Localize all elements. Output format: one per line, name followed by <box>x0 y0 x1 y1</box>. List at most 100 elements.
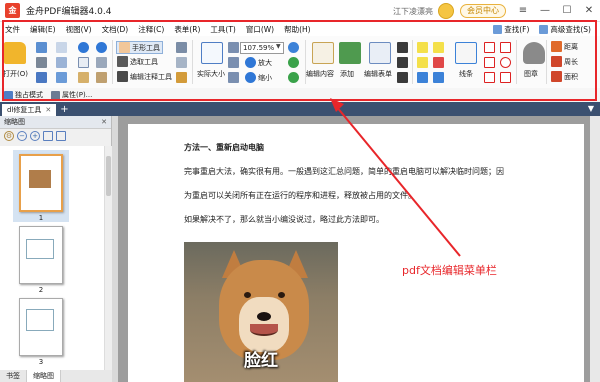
share-icon[interactable] <box>56 72 67 83</box>
save-icon[interactable] <box>36 72 47 83</box>
thumbnail-scroll-thumb[interactable] <box>106 156 111 196</box>
text-highlight-icon[interactable] <box>417 42 428 53</box>
attach-icon[interactable] <box>433 57 444 68</box>
exclusive-mode-button[interactable]: 独占模式 <box>4 90 43 100</box>
text-strike-icon[interactable] <box>417 72 428 83</box>
actual-size-icon[interactable] <box>201 42 223 64</box>
edit-annot-tool-button[interactable]: 编辑注释工具 <box>117 71 172 82</box>
actual-size-button[interactable]: 实际大小 <box>197 69 225 79</box>
vip-center-button[interactable]: 会员中心 <box>460 4 506 18</box>
open-folder-icon[interactable] <box>4 42 26 64</box>
document-scrollbar[interactable] <box>590 116 600 382</box>
line-shape-icon[interactable] <box>484 42 495 53</box>
stamp-button[interactable]: 图章 <box>524 69 538 79</box>
menu-form[interactable]: 表单(R) <box>169 24 205 35</box>
user-avatar[interactable] <box>438 3 454 19</box>
note-icon[interactable] <box>433 42 444 53</box>
zoom-in-button[interactable]: 放大 <box>245 57 272 68</box>
user-name[interactable]: 江下凌漂亮 <box>393 6 433 17</box>
zoom-dropdown-icon[interactable]: ▼ <box>276 43 281 50</box>
thumbnail-delete-icon[interactable] <box>56 131 66 141</box>
add-image-icon[interactable] <box>339 42 361 64</box>
zoom-in-circle-icon[interactable] <box>288 42 299 53</box>
fit-width-icon[interactable] <box>228 57 239 68</box>
ellipse-shape-icon[interactable] <box>500 57 511 68</box>
rotate-icon[interactable] <box>228 72 239 83</box>
close-button[interactable]: ✕ <box>578 0 600 22</box>
minimize-button[interactable]: — <box>534 0 556 22</box>
menu-document[interactable]: 文档(D) <box>97 24 134 35</box>
email-icon[interactable] <box>56 42 67 53</box>
menu-file[interactable]: 文件 <box>0 24 25 35</box>
thumbnail-insert-icon[interactable] <box>43 131 53 141</box>
edit-form-button[interactable]: 编辑表单 <box>364 69 392 79</box>
maximize-button[interactable]: ☐ <box>556 0 578 22</box>
arrow-shape-icon[interactable] <box>500 42 511 53</box>
menu-window[interactable]: 窗口(W) <box>241 24 279 35</box>
email-send-icon[interactable] <box>56 57 67 68</box>
distance-button[interactable]: 距离 <box>551 41 578 52</box>
new-icon[interactable] <box>36 42 47 53</box>
menu-help[interactable]: 帮助(H) <box>279 24 316 35</box>
thumbnail-zoom-in-icon[interactable]: + <box>30 131 40 141</box>
new-tab-button[interactable]: + <box>60 104 68 116</box>
sound-icon[interactable] <box>433 72 444 83</box>
document-tab-label: dl修复工具 <box>7 106 42 114</box>
polygon-shape-icon[interactable] <box>500 72 511 83</box>
paste-icon[interactable] <box>78 72 89 83</box>
open-button[interactable]: 打开(O) <box>3 69 28 79</box>
dog-eye-right <box>278 292 285 298</box>
menu-comment[interactable]: 注释(C) <box>133 24 169 35</box>
text-box-icon[interactable] <box>417 57 428 68</box>
bookmarks-tab[interactable]: 书签 <box>0 370 27 382</box>
crop-icon[interactable] <box>176 57 187 68</box>
thumbnail-page-2[interactable] <box>19 226 63 284</box>
area-button[interactable]: 面积 <box>551 71 578 82</box>
menu-tools[interactable]: 工具(T) <box>205 24 240 35</box>
thumbnail-zoom-out-icon[interactable]: − <box>17 131 27 141</box>
line-tool-icon[interactable] <box>455 42 477 64</box>
line-button[interactable]: 线条 <box>459 69 473 79</box>
link-icon[interactable] <box>176 72 187 83</box>
copy-icon[interactable] <box>78 57 89 68</box>
rotate-left-icon[interactable] <box>288 72 299 83</box>
panel-close-icon[interactable]: ✕ <box>101 116 107 129</box>
fit-page-icon[interactable] <box>228 42 239 53</box>
tab-close-icon[interactable]: ✕ <box>45 104 51 116</box>
menu-view[interactable]: 视图(V) <box>61 24 97 35</box>
form-check-icon[interactable] <box>397 57 408 68</box>
perimeter-button[interactable]: 周长 <box>551 56 578 67</box>
print-icon[interactable] <box>36 57 47 68</box>
thumbnail-page-3[interactable] <box>19 298 63 356</box>
refresh-icon[interactable] <box>288 57 299 68</box>
find-button[interactable]: 查找(F) <box>488 24 534 35</box>
properties-button[interactable]: 属性(P)... <box>51 90 92 100</box>
pencil-icon[interactable] <box>484 72 495 83</box>
edit-form-icon[interactable] <box>369 42 391 64</box>
redo-icon[interactable] <box>96 42 107 53</box>
thumbnail-page-1[interactable] <box>19 154 63 212</box>
add-button[interactable]: 添加 <box>340 69 354 79</box>
cut-icon[interactable] <box>96 57 107 68</box>
thumbnail-scrollbar[interactable] <box>104 146 112 370</box>
rect-shape-icon[interactable] <box>484 57 495 68</box>
edit-content-icon[interactable] <box>312 42 334 64</box>
undo-icon[interactable] <box>78 42 89 53</box>
menu-edit[interactable]: 编辑(E) <box>25 24 61 35</box>
thumbnails-tab[interactable]: 缩略图 <box>27 370 61 382</box>
thumbnail-settings-icon[interactable]: ⚙ <box>4 131 14 141</box>
select-tool-button[interactable]: 选取工具 <box>117 56 158 67</box>
hand-tool-button[interactable]: 手形工具 <box>116 41 163 54</box>
area-label: 面积 <box>564 72 578 81</box>
menu-icon[interactable]: ≡ <box>512 0 534 22</box>
zoom-out-button[interactable]: 缩小 <box>245 72 272 83</box>
edit-content-button[interactable]: 编辑内容 <box>306 69 334 79</box>
snapshot-icon[interactable] <box>176 42 187 53</box>
tab-list-icon[interactable]: ▼ <box>588 104 594 113</box>
document-tab[interactable]: dl修复工具 ✕ <box>2 104 57 116</box>
form-list-icon[interactable] <box>397 72 408 83</box>
form-text-icon[interactable] <box>397 42 408 53</box>
stamp-icon[interactable] <box>523 42 545 64</box>
clipboard-icon[interactable] <box>96 72 107 83</box>
advanced-find-button[interactable]: 高级查找(S) <box>534 24 596 35</box>
